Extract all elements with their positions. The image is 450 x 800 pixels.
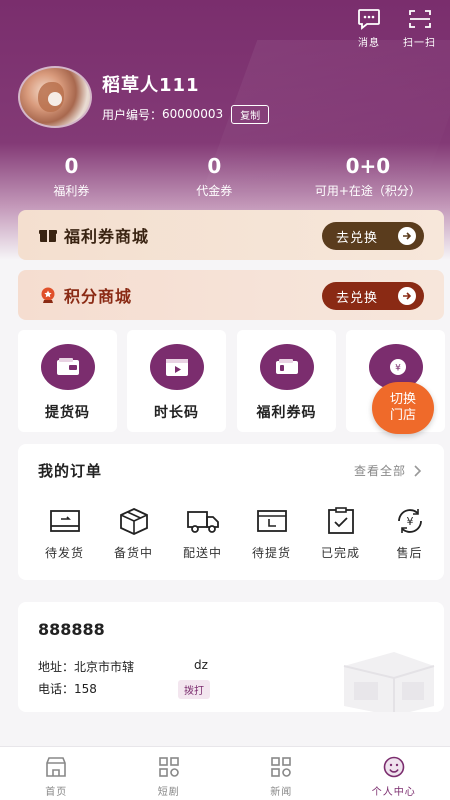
- profile-section: 稻草人111 用户编号： 60000003 复制: [18, 66, 270, 128]
- bottom-tabbar: 首页 短剧 新闻 个人中心: [0, 746, 450, 800]
- order-label: 配送中: [182, 546, 222, 560]
- stat-label: 可用+在途（积分）: [314, 184, 421, 198]
- quick-label: 提货码: [45, 405, 90, 421]
- userid-label: 用户编号：: [102, 107, 163, 122]
- address-line: 地址： 北京市市辖 dz: [38, 658, 208, 675]
- address-name: 888888: [38, 620, 105, 639]
- quick-duration-code[interactable]: 时长码: [127, 330, 226, 432]
- scan-button[interactable]: 扫一扫: [403, 8, 436, 49]
- order-pending-ship[interactable]: 待发货: [30, 506, 99, 561]
- quick-label: 福利券码: [256, 405, 317, 421]
- username: 稻草人111: [102, 74, 200, 96]
- address-value: 北京市市辖: [74, 660, 135, 674]
- tab-profile[interactable]: 个人中心: [338, 747, 450, 800]
- order-label: 待提货: [251, 546, 291, 560]
- video-icon: [149, 344, 204, 390]
- arrow-right-icon: [398, 287, 416, 305]
- box-icon: [119, 508, 148, 535]
- store-illustration: [343, 652, 435, 712]
- order-label: 已完成: [320, 546, 360, 560]
- switch-store-line1: 切换: [389, 392, 416, 407]
- phone-label: 电话：: [38, 682, 75, 696]
- points-mall-card[interactable]: 积分商城 去兑换: [18, 270, 444, 320]
- avatar[interactable]: [18, 66, 92, 128]
- stats-row: 0 福利券 0 代金券 0+0 可用+在途（积分）: [0, 154, 450, 199]
- pending-ship-icon: [49, 510, 80, 532]
- user-icon: [383, 756, 405, 778]
- order-preparing[interactable]: 备货中: [99, 506, 168, 561]
- stat-label: 福利券: [53, 184, 90, 198]
- exchange-button[interactable]: 去兑换: [322, 222, 424, 250]
- call-button[interactable]: 拨打: [178, 680, 210, 699]
- stat-value: 0: [64, 154, 79, 178]
- copy-button[interactable]: 复制: [231, 104, 270, 124]
- order-delivering[interactable]: 配送中: [168, 506, 237, 561]
- phone-value: 158: [74, 681, 97, 696]
- exchange-label: 去兑换: [336, 230, 379, 246]
- svg-text:¥: ¥: [395, 364, 401, 374]
- orders-card: 我的订单 查看全部 待发货 备货中 配送中 待提货 已完成 ¥ 售后: [18, 444, 444, 580]
- scan-icon: [408, 10, 431, 28]
- exchange-label: 去兑换: [336, 290, 379, 306]
- order-awaiting-pickup[interactable]: 待提货: [237, 506, 306, 561]
- pickup-icon: [256, 510, 287, 532]
- wallet-icon: [40, 344, 95, 390]
- ticket-icon: [259, 344, 314, 390]
- userid-value: 60000003: [162, 107, 224, 121]
- completed-icon: [327, 507, 354, 534]
- orders-title: 我的订单: [38, 462, 103, 480]
- quick-label: 时长码: [154, 405, 199, 421]
- switch-store-button[interactable]: 切换 门店: [372, 382, 434, 434]
- order-after-sale[interactable]: ¥ 售后: [375, 506, 444, 561]
- order-label: 售后: [396, 546, 423, 560]
- order-label: 待发货: [44, 546, 84, 560]
- stat-label: 代金券: [196, 184, 233, 198]
- tab-label: 个人中心: [371, 787, 416, 798]
- message-button[interactable]: 消息: [357, 8, 381, 49]
- order-completed[interactable]: 已完成: [306, 506, 375, 561]
- tab-label: 短剧: [157, 787, 180, 798]
- userid-row: 用户编号： 60000003 复制: [102, 104, 270, 124]
- truck-icon: [186, 511, 219, 533]
- gift-box-icon: [38, 226, 58, 244]
- top-actions: 消息 扫一扫: [357, 8, 436, 49]
- mall-title: 福利券商城: [64, 227, 150, 246]
- message-label: 消息: [358, 38, 380, 49]
- switch-store-line2: 门店: [389, 408, 416, 423]
- order-label: 备货中: [113, 546, 153, 560]
- message-icon: [358, 9, 380, 30]
- mall-title: 积分商城: [64, 287, 133, 306]
- address-label: 地址：: [38, 660, 75, 674]
- view-all-label: 查看全部: [353, 464, 406, 478]
- svg-text:¥: ¥: [406, 515, 413, 528]
- tab-home[interactable]: 首页: [0, 747, 113, 800]
- after-sale-icon: ¥: [397, 509, 422, 533]
- exchange-button[interactable]: 去兑换: [322, 282, 424, 310]
- welfare-mall-card[interactable]: 福利券商城 去兑换: [18, 210, 444, 260]
- tab-news[interactable]: 新闻: [225, 747, 338, 800]
- stat-cash-coupon[interactable]: 0 代金券: [143, 154, 286, 199]
- address-extra: dz: [194, 658, 208, 672]
- stat-value: 0: [207, 154, 222, 178]
- phone-line: 电话： 158: [38, 680, 97, 697]
- chevron-right-icon: [414, 464, 422, 477]
- news-icon: [271, 757, 292, 777]
- arrow-right-icon: [398, 227, 416, 245]
- stat-points[interactable]: 0+0 可用+在途（积分）: [286, 154, 450, 199]
- quick-welfare-code[interactable]: 福利券码: [237, 330, 336, 432]
- tab-shorts[interactable]: 短剧: [113, 747, 226, 800]
- medal-icon: [38, 286, 58, 304]
- stat-value: 0+0: [345, 154, 391, 178]
- grid-icon: [158, 757, 179, 777]
- view-all-orders[interactable]: 查看全部: [354, 462, 424, 479]
- home-icon: [46, 757, 67, 777]
- tab-label: 新闻: [270, 787, 293, 798]
- stat-welfare-coupon[interactable]: 0 福利券: [0, 154, 143, 199]
- quick-pickup-code[interactable]: 提货码: [18, 330, 117, 432]
- scan-label: 扫一扫: [403, 38, 436, 49]
- tab-label: 首页: [45, 787, 68, 798]
- address-card[interactable]: 888888 地址： 北京市市辖 dz 电话： 158 拨打: [18, 602, 444, 712]
